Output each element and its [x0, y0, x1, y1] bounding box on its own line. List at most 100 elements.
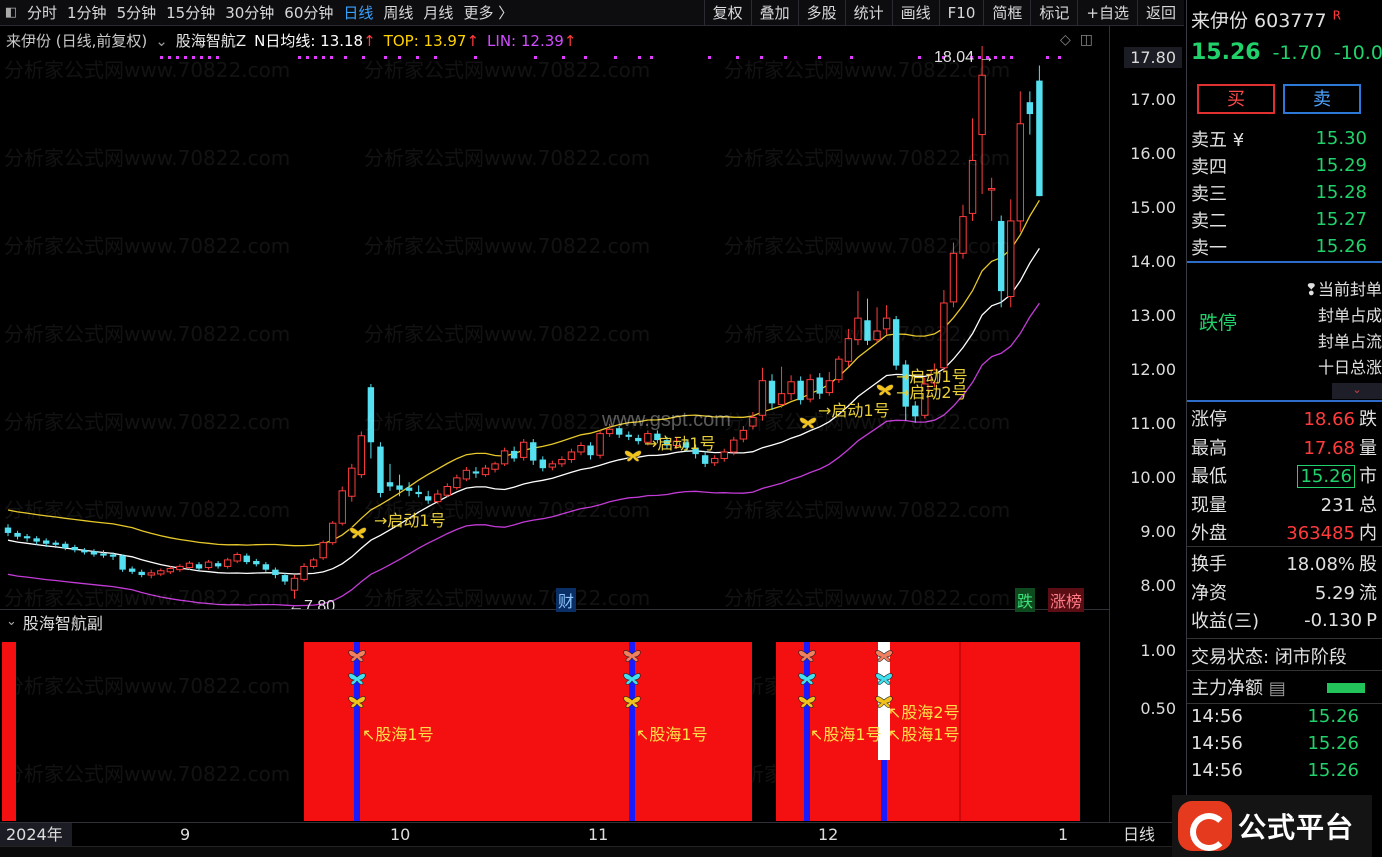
candle-body — [912, 405, 919, 417]
candle-body — [100, 553, 107, 556]
toolbar-button[interactable]: +自选 — [1077, 0, 1137, 26]
top-line — [7, 199, 1040, 547]
candle — [100, 550, 107, 558]
signal-dot — [1010, 56, 1013, 59]
tab-period[interactable]: 15分钟 — [161, 0, 220, 26]
toolbar-button[interactable]: 标记 — [1030, 0, 1077, 26]
candle — [806, 374, 814, 403]
candle-body — [319, 542, 327, 559]
main-flow-bar — [1327, 683, 1365, 693]
order-book-row[interactable]: 卖五 ¥ 15.30 — [1191, 125, 1379, 152]
limit-status: 跌停 — [1199, 312, 1238, 334]
candle-body — [873, 330, 881, 341]
finance-tag[interactable]: 财 — [556, 588, 577, 612]
candle — [338, 486, 346, 526]
stat-value: 231 — [1320, 494, 1355, 516]
menu-icon[interactable]: ◧ — [0, 0, 22, 26]
candle — [1016, 91, 1024, 232]
candle — [797, 376, 804, 405]
candle — [195, 562, 203, 571]
order-level-price: 15.29 — [1315, 155, 1367, 176]
collapse-icon[interactable]: ⌄ — [6, 614, 17, 629]
butterfly-shape — [876, 384, 894, 396]
candle — [396, 474, 403, 497]
candle — [176, 564, 184, 572]
price-change: -1.70 — [1272, 42, 1322, 64]
signal-dot — [760, 56, 763, 59]
candle-body — [635, 437, 642, 442]
candle-body — [166, 568, 175, 573]
candle-body — [539, 459, 546, 469]
candle-body — [253, 561, 260, 565]
tab-period[interactable]: 周线 — [378, 0, 418, 26]
buy-button[interactable]: 买 — [1197, 84, 1275, 114]
signal-block — [2, 642, 16, 821]
price-row: 15.26 -1.70 -10.0 — [1191, 40, 1382, 65]
rank-tag[interactable]: 涨榜 — [1048, 588, 1085, 612]
candle — [787, 375, 795, 401]
butterfly-shape — [349, 527, 367, 539]
candles — [4, 46, 1043, 599]
candle-body — [816, 377, 823, 394]
candle-body — [415, 491, 422, 495]
candle-body — [806, 379, 814, 400]
tab-period[interactable]: 月线 — [418, 0, 458, 26]
toolbar-button[interactable]: 复权 — [703, 0, 751, 26]
tab-period[interactable]: 1分钟 — [62, 0, 112, 26]
toolbar-button[interactable]: 画线 — [891, 0, 939, 26]
stat-label: 净资 — [1191, 582, 1227, 604]
candle-body — [720, 451, 728, 459]
tab-period[interactable]: 30分钟 — [220, 0, 279, 26]
toolbar-button[interactable]: 简框 — [983, 0, 1030, 26]
toolbar-button[interactable]: 统计 — [844, 0, 892, 26]
candle-body — [386, 482, 394, 487]
candle-body — [987, 188, 996, 191]
tab-period[interactable]: 5分钟 — [112, 0, 162, 26]
order-book-row[interactable]: 卖四 15.29 — [1191, 152, 1379, 179]
butterfly-icon — [349, 527, 367, 539]
candle-body — [367, 387, 375, 443]
candle-body — [844, 338, 853, 362]
candle — [329, 521, 337, 545]
candle-body — [329, 522, 337, 544]
candle-body — [176, 565, 184, 571]
candle — [223, 557, 232, 569]
candle-body — [23, 536, 31, 539]
collapse-tab[interactable]: ⌄ — [1332, 383, 1382, 399]
candle — [520, 439, 528, 461]
candle-body — [749, 416, 757, 427]
sub-indicator-chart[interactable]: ↖股海1号 ↖股海1号 ↖股海1号 ↖股海1号 ↖股海2号 — [0, 634, 1109, 822]
tab-period[interactable]: 60分钟 — [279, 0, 338, 26]
toolbar-button[interactable]: 多股 — [797, 0, 845, 26]
order-book-row[interactable]: 卖二 15.27 — [1191, 206, 1379, 233]
sell-button[interactable]: 卖 — [1283, 84, 1361, 114]
toolbar-button[interactable]: F10 — [938, 0, 984, 26]
candle-body — [396, 485, 403, 490]
candle — [453, 474, 461, 490]
signal-dot — [638, 56, 641, 59]
period-tabs: 分时 1分钟 5分钟 15分钟 30分钟 60分钟 日线 周线 月线 更多 〉 — [22, 0, 518, 26]
tick-row: 14:56 15.26 — [1191, 760, 1379, 787]
drop-tag[interactable]: 跌 — [1015, 588, 1036, 612]
stat-value-group: 18.08% 股 — [1286, 550, 1377, 576]
candle-body — [33, 538, 40, 542]
order-book-row[interactable]: 卖一 15.26 — [1191, 233, 1379, 260]
candle — [739, 426, 748, 443]
toolbar-button[interactable]: 返回 — [1136, 0, 1184, 26]
candle-body — [472, 471, 480, 474]
order-book-row[interactable]: 卖三 15.28 — [1191, 179, 1379, 206]
tab-period[interactable]: 日线 — [338, 0, 378, 26]
main-flow-label: 主力净额 ▤ — [1191, 678, 1286, 699]
kline-chart[interactable]: 18.04 →←7.80→启动1号→启动1号→启动1号→启动1号→启动2号www… — [0, 26, 1109, 609]
candle — [949, 242, 958, 308]
tab-period[interactable]: 分时 — [22, 0, 62, 26]
butterfly-icon — [624, 450, 642, 462]
tab-period[interactable]: 更多 〉 — [458, 0, 518, 26]
candle — [558, 456, 566, 468]
order-level-price: 15.27 — [1315, 209, 1367, 230]
stat-row: 涨停 18.66 跌 — [1191, 404, 1379, 433]
toolbar-button[interactable]: 叠加 — [750, 0, 798, 26]
stat-row: 最低 15.26 市 — [1191, 461, 1379, 490]
sub-axis-tick: 1.00 — [1140, 641, 1176, 660]
order-level-label: 卖四 — [1191, 156, 1227, 178]
